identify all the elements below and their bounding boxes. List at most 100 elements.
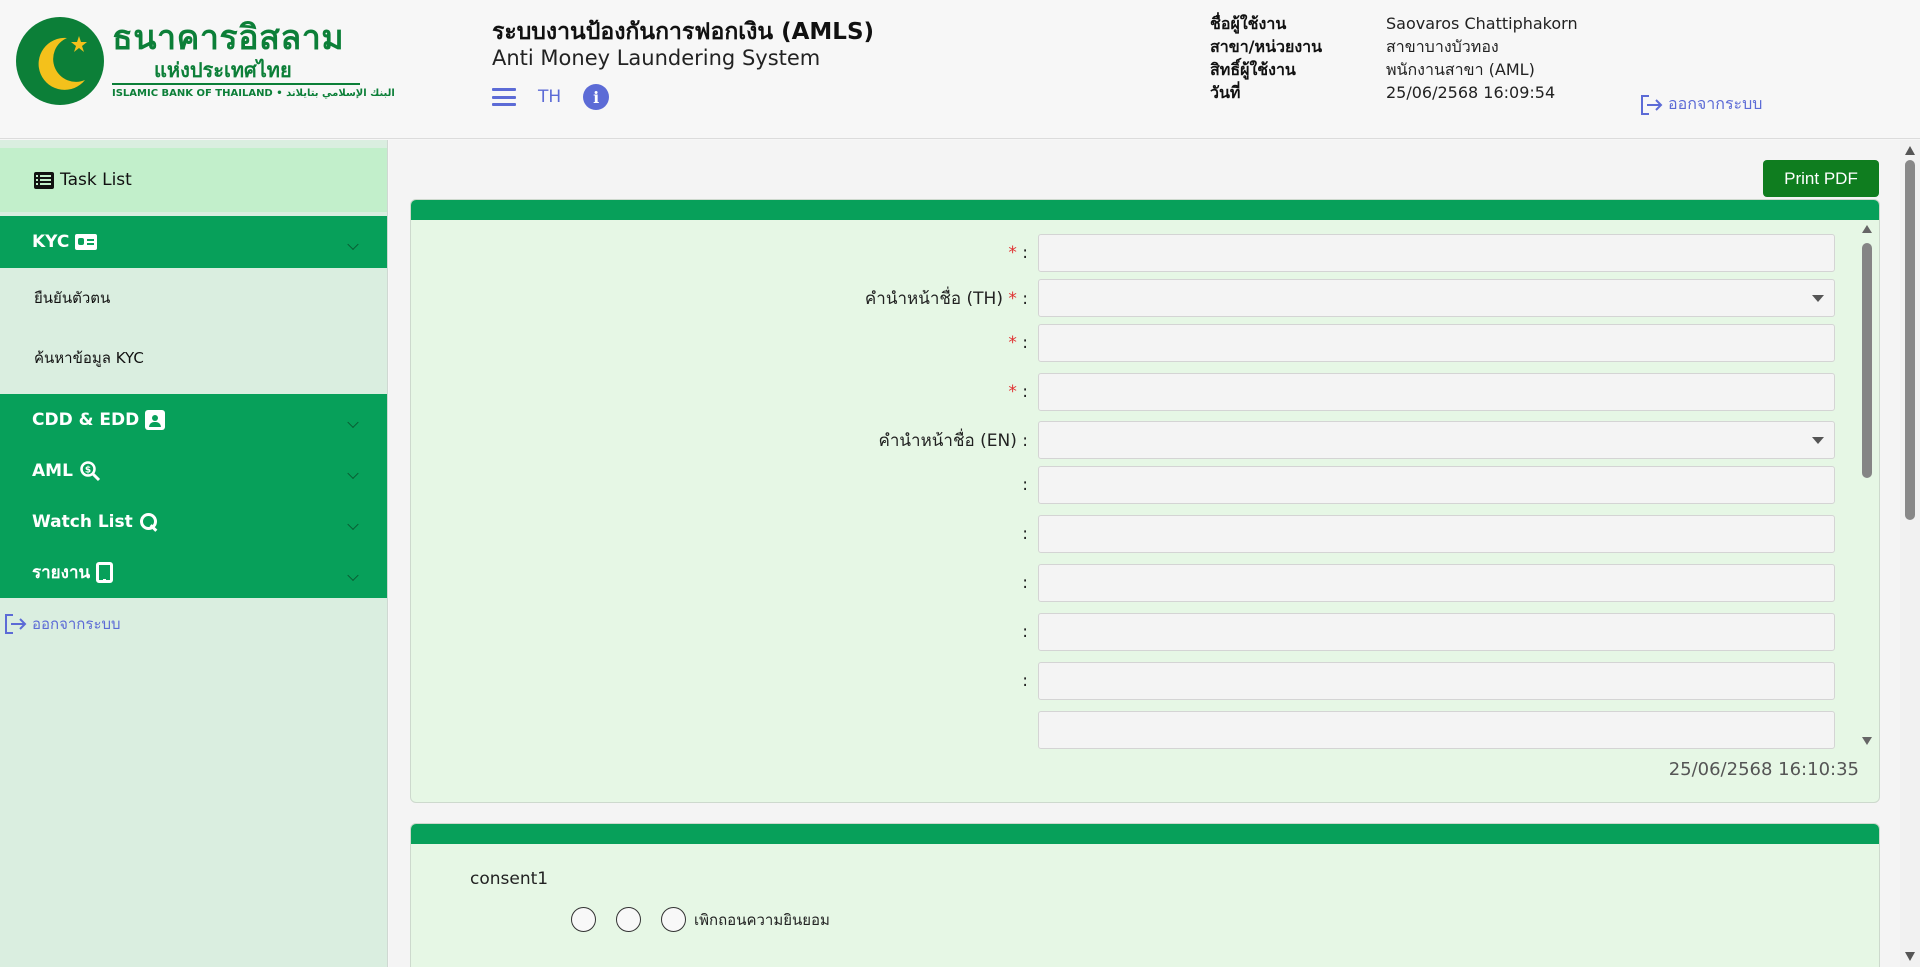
chevron-down-icon [347, 518, 359, 530]
form-scroll-area: * : คำนำหน้าชื่อ (TH) * : * : * : คำนำหน… [411, 220, 1859, 760]
text-input[interactable] [1038, 234, 1835, 272]
info-icon[interactable]: i [583, 84, 610, 110]
logout-icon [5, 614, 27, 634]
sidebar-group-kyc[interactable]: KYC [0, 216, 387, 268]
text-input[interactable] [1038, 613, 1835, 651]
logout-icon [1641, 94, 1663, 115]
sidebar-item-task-list[interactable]: Task List [0, 148, 387, 212]
scroll-down-icon[interactable] [1905, 952, 1915, 961]
sidebar-group-cdd-edd[interactable]: CDD & EDD [0, 394, 387, 445]
language-toggle[interactable]: TH [538, 87, 561, 107]
form-row [411, 711, 1859, 749]
system-subtitle: Anti Money Laundering System [492, 46, 821, 70]
consent-radio-option[interactable] [616, 907, 641, 932]
field-label: : [1022, 622, 1028, 642]
text-input[interactable] [1038, 711, 1835, 749]
main-content: Print PDF * : คำนำหน้าชื่อ (TH) * : * : … [389, 140, 1900, 967]
scroll-thumb[interactable] [1862, 243, 1872, 478]
text-input[interactable] [1038, 515, 1835, 553]
tablet-icon [96, 562, 114, 583]
field-label: * : [1008, 333, 1028, 353]
bank-name-en: ISLAMIC BANK OF THAILAND • البنك الإسلام… [112, 88, 395, 99]
title-en-select[interactable] [1038, 421, 1835, 459]
form-row: * : [411, 234, 1859, 272]
report-label: รายงาน [32, 563, 91, 583]
field-label: : [1022, 524, 1028, 544]
text-input[interactable] [1038, 324, 1835, 362]
form-row: : [411, 564, 1859, 602]
sidebar-item-identity-verify[interactable]: ยืนยันตัวตน [0, 268, 387, 328]
chevron-down-icon [347, 416, 359, 428]
page-scrollbar[interactable] [1900, 140, 1920, 967]
field-label: คำนำหน้าชื่อ (EN) : [878, 430, 1028, 451]
text-input[interactable] [1038, 373, 1835, 411]
sidebar-item-kyc-search[interactable]: ค้นหาข้อมูล KYC [0, 328, 387, 388]
consent-radio-option[interactable] [571, 907, 596, 932]
text-input[interactable] [1038, 564, 1835, 602]
search-dollar-icon: $ [80, 460, 100, 481]
bank-logo-text: ธนาคารอิสลาม แห่งประเทศไทย ISLAMIC BANK … [112, 18, 395, 99]
user-branch: สาขาบางบัวทอง [1386, 37, 1499, 56]
form-row: * : [411, 324, 1859, 362]
sidebar-group-report[interactable]: รายงาน [0, 547, 387, 598]
consent-title: consent1 [470, 869, 549, 889]
title-th-select[interactable] [1038, 279, 1835, 317]
bank-name-th: ธนาคารอิสลาม [112, 18, 345, 58]
user-info-panel: ชื่อผู้ใช้งาน Saovaros Chattiphakorn สาขา… [1210, 12, 1578, 104]
kyc-label: KYC [32, 232, 70, 252]
cdd-edd-label: CDD & EDD [32, 409, 140, 430]
chevron-down-icon [347, 238, 359, 251]
sidebar: Task List KYC ยืนยันตัวตน ค้นหาข้อมูล KY… [0, 140, 388, 967]
scroll-up-icon[interactable] [1862, 225, 1872, 233]
card-header [411, 200, 1879, 220]
task-list-label: Task List [60, 170, 132, 190]
sidebar-logout-link[interactable]: ออกจากระบบ [0, 612, 387, 636]
consent-card: consent1 เพิกถอนความยินยอม [410, 823, 1880, 967]
field-label: : [1022, 475, 1028, 495]
print-pdf-button[interactable]: Print PDF [1763, 160, 1879, 197]
id-card-icon [75, 234, 98, 250]
logo-divider [112, 83, 360, 85]
header-logout-link[interactable]: ออกจากระบบ [1640, 92, 1762, 117]
bank-name-th-line2: แห่งประเทศไทย [154, 58, 292, 82]
form-scrollbar[interactable] [1859, 225, 1875, 745]
user-role: พนักงานสาขา (AML) [1386, 60, 1535, 79]
sidebar-group-aml[interactable]: AML $ [0, 445, 387, 496]
form-row: : [411, 662, 1859, 700]
form-row: : [411, 613, 1859, 651]
sidebar-logout-label: ออกจากระบบ [32, 615, 121, 633]
user-date: 25/06/2568 16:09:54 [1386, 83, 1556, 102]
field-label: คำนำหน้าชื่อ (TH) * : [864, 288, 1028, 309]
list-icon [34, 171, 54, 189]
hamburger-menu-icon[interactable] [492, 88, 516, 106]
sidebar-group-watch-list[interactable]: Watch List [0, 496, 387, 547]
form-row: : [411, 515, 1859, 553]
user-branch-label: สาขา/หน่วยงาน [1210, 37, 1323, 56]
header-logout-label: ออกจากระบบ [1668, 94, 1763, 113]
user-role-label: สิทธิ์ผู้ใช้งาน [1210, 60, 1296, 79]
chevron-down-icon [347, 569, 359, 581]
text-input[interactable] [1038, 662, 1835, 700]
text-input[interactable] [1038, 466, 1835, 504]
bank-logo [16, 17, 104, 105]
form-row: * : [411, 373, 1859, 411]
scroll-up-icon[interactable] [1905, 146, 1915, 155]
card-header [411, 824, 1879, 844]
form-row: คำนำหน้าชื่อ (EN) : [411, 421, 1859, 459]
user-name: Saovaros Chattiphakorn [1386, 14, 1578, 33]
scroll-down-icon[interactable] [1862, 737, 1872, 745]
consent-radio-withdraw[interactable] [661, 907, 686, 932]
scroll-thumb[interactable] [1905, 160, 1915, 520]
system-title: ระบบงานป้องกันการฟอกเงิน (AMLS) [492, 19, 875, 45]
field-label: : [1022, 671, 1028, 691]
caret-down-icon [1812, 295, 1824, 302]
user-name-label: ชื่อผู้ใช้งาน [1210, 14, 1287, 33]
field-label: : [1022, 573, 1028, 593]
user-date-label: วันที่ [1210, 83, 1241, 102]
field-label: * : [1008, 243, 1028, 263]
watch-list-label: Watch List [32, 511, 133, 532]
customer-form-card: * : คำนำหน้าชื่อ (TH) * : * : * : คำนำหน… [410, 199, 1880, 803]
app-header: ธนาคารอิสลาม แห่งประเทศไทย ISLAMIC BANK … [0, 0, 1920, 139]
form-row: : [411, 466, 1859, 504]
form-row: คำนำหน้าชื่อ (TH) * : [411, 279, 1859, 317]
